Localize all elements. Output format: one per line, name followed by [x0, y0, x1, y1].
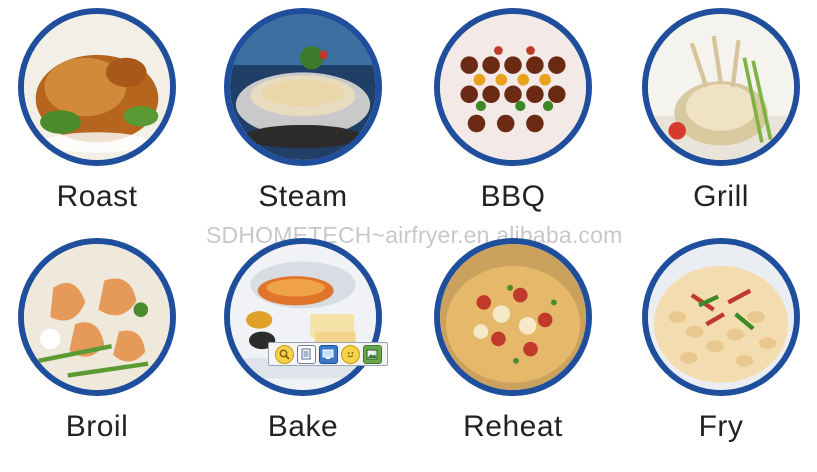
- fry-photo: [642, 238, 800, 396]
- category-reheat[interactable]: Reheat: [424, 238, 624, 468]
- image-icon[interactable]: [362, 344, 382, 364]
- zoom-icon[interactable]: [274, 344, 294, 364]
- steam-label: Steam: [258, 180, 348, 213]
- category-grill[interactable]: Grill: [632, 8, 817, 238]
- roast-photo: [18, 8, 176, 166]
- reheat-photo: [434, 238, 592, 396]
- monitor-icon[interactable]: [318, 344, 338, 364]
- bake-label: Bake: [267, 410, 339, 443]
- reheat-label: Reheat: [463, 410, 563, 443]
- grill-label: Grill: [693, 180, 749, 213]
- category-steam[interactable]: Steam: [214, 8, 414, 238]
- bbq-photo: [434, 8, 592, 166]
- category-fry[interactable]: Fry: [632, 238, 817, 468]
- grill-photo: [642, 8, 800, 166]
- fry-label: Fry: [698, 410, 744, 443]
- broil-label: Broil: [65, 410, 129, 443]
- category-broil[interactable]: Broil: [8, 238, 208, 468]
- category-bbq[interactable]: BBQ: [424, 8, 624, 238]
- bake-photo: [224, 238, 382, 396]
- category-roast[interactable]: Roast: [8, 8, 208, 238]
- image-toolbar: [268, 342, 388, 366]
- smile-icon[interactable]: [340, 344, 360, 364]
- document-icon[interactable]: [296, 344, 316, 364]
- broil-photo: [18, 238, 176, 396]
- roast-label: Roast: [56, 180, 138, 213]
- steam-photo: [224, 8, 382, 166]
- bbq-label: BBQ: [480, 180, 546, 213]
